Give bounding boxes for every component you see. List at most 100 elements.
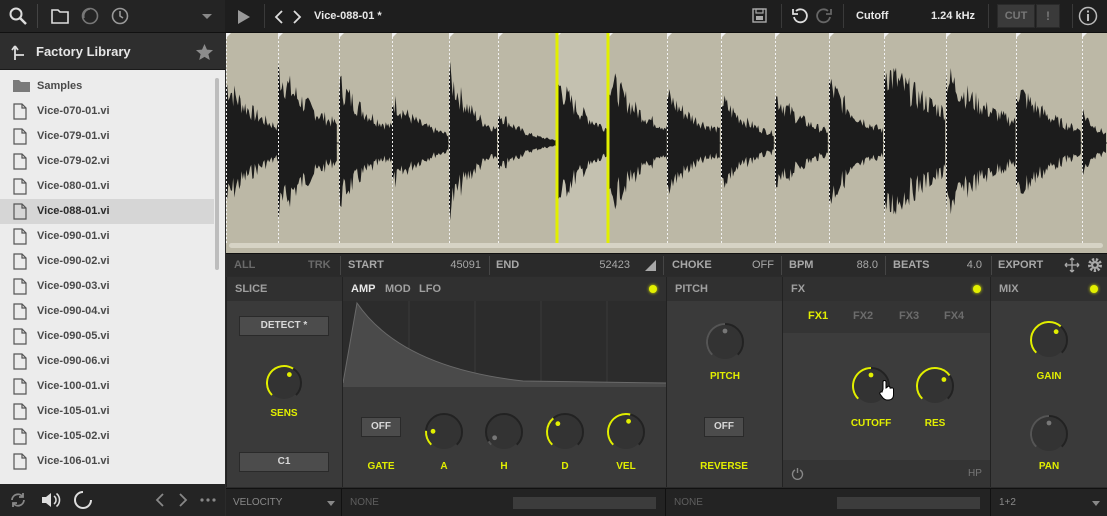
end-value[interactable]: 52423 <box>578 259 630 271</box>
pan-knob[interactable] <box>1028 413 1070 455</box>
mod-source-1[interactable]: NONE <box>350 497 379 508</box>
file-row[interactable]: Vice-090-05.vi <box>0 324 214 349</box>
file-row[interactable]: Vice-090-06.vi <box>0 349 214 374</box>
up-level-icon[interactable] <box>11 43 27 61</box>
export-button[interactable]: EXPORT <box>998 259 1043 271</box>
mix-led[interactable] <box>1090 285 1098 293</box>
tab-fx3[interactable]: FX3 <box>899 310 919 322</box>
waveform-display[interactable] <box>226 33 1107 253</box>
power-icon[interactable] <box>791 467 804 480</box>
folder-icon[interactable] <box>50 6 70 26</box>
play-icon[interactable] <box>237 9 251 25</box>
previous-arrow-icon[interactable] <box>154 492 166 508</box>
attack-knob[interactable] <box>423 411 465 453</box>
decay-knob[interactable] <box>544 411 586 453</box>
mod-amount-2[interactable] <box>837 497 980 509</box>
res-knob[interactable] <box>914 365 956 407</box>
folder-row-samples[interactable]: Samples <box>0 74 214 99</box>
clock-icon[interactable] <box>110 6 130 26</box>
refresh-icon[interactable] <box>8 491 28 509</box>
file-row[interactable]: Vice-070-01.vi <box>0 99 214 124</box>
filter-mode[interactable]: HP <box>968 468 982 479</box>
separator <box>663 256 664 275</box>
library-header[interactable]: Factory Library <box>0 33 225 70</box>
file-name: Vice-070-01.vi <box>37 105 110 117</box>
modulation-strip: VELOCITY NONE NONE 1+2 <box>226 488 1107 516</box>
tab-amp[interactable]: AMP <box>351 283 375 295</box>
trk-toggle[interactable]: TRK <box>308 259 331 271</box>
alert-button[interactable]: ! <box>1036 4 1060 28</box>
file-row[interactable]: Vice-106-01.vi <box>0 449 214 474</box>
mod-amount-1[interactable] <box>513 497 656 509</box>
output-select[interactable]: 1+2 <box>999 497 1016 508</box>
detect-button[interactable]: DETECT * <box>239 316 329 336</box>
gate-button[interactable]: OFF <box>361 417 401 437</box>
file-icon <box>13 153 27 170</box>
file-row[interactable]: Vice-105-02.vi <box>0 424 214 449</box>
cut-button[interactable]: CUT <box>997 4 1035 28</box>
beats-value[interactable]: 4.0 <box>952 259 982 271</box>
chevron-down-icon[interactable] <box>1092 501 1100 506</box>
panel-title: SLICE <box>235 283 268 295</box>
gain-knob[interactable] <box>1028 319 1070 361</box>
start-value[interactable]: 45091 <box>431 259 481 271</box>
tab-fx2[interactable]: FX2 <box>853 310 873 322</box>
more-options-icon[interactable] <box>199 497 217 503</box>
tab-lfo[interactable]: LFO <box>419 283 441 295</box>
file-row[interactable]: Vice-090-03.vi <box>0 274 214 299</box>
separator <box>489 256 490 275</box>
previous-preset-icon[interactable] <box>273 9 285 25</box>
browser-scrollbar[interactable] <box>215 78 219 270</box>
next-preset-icon[interactable] <box>291 9 303 25</box>
velocity-knob[interactable] <box>605 411 647 453</box>
file-name: Vice-105-01.vi <box>37 405 110 417</box>
file-row[interactable]: Vice-105-01.vi <box>0 399 214 424</box>
next-arrow-icon[interactable] <box>177 492 189 508</box>
fx-led[interactable] <box>973 285 981 293</box>
tab-mod[interactable]: MOD <box>385 283 411 295</box>
file-row[interactable]: Vice-090-04.vi <box>0 299 214 324</box>
all-toggle[interactable]: ALL <box>234 259 255 271</box>
note-button[interactable]: C1 <box>239 452 329 472</box>
bpm-value[interactable]: 88.0 <box>842 259 878 271</box>
velocity-select[interactable]: VELOCITY <box>233 497 282 508</box>
file-row[interactable]: Vice-090-02.vi <box>0 249 214 274</box>
reverse-button[interactable]: OFF <box>704 417 744 437</box>
instrument-name[interactable]: Vice-088-01 * <box>314 10 382 22</box>
save-icon[interactable] <box>752 8 767 23</box>
undo-icon[interactable] <box>791 7 809 25</box>
separator <box>340 256 341 275</box>
mod-source-2[interactable]: NONE <box>674 497 703 508</box>
speaker-icon[interactable] <box>40 491 62 509</box>
file-row[interactable]: Vice-088-01.vi <box>0 199 214 224</box>
pitch-knob[interactable] <box>704 321 746 363</box>
choke-value[interactable]: OFF <box>736 259 774 271</box>
favorite-star-icon[interactable] <box>195 43 214 61</box>
redo-icon[interactable] <box>815 7 833 25</box>
gear-icon[interactable] <box>1086 256 1104 274</box>
search-icon[interactable] <box>8 6 28 26</box>
file-name: Vice-090-02.vi <box>37 255 110 267</box>
dropdown-arrow-icon[interactable] <box>197 6 217 26</box>
file-icon <box>13 228 27 245</box>
tab-fx1[interactable]: FX1 <box>808 310 828 322</box>
envelope-graph[interactable] <box>343 301 666 387</box>
file-row[interactable]: Vice-079-02.vi <box>0 149 214 174</box>
file-row[interactable]: Vice-080-01.vi <box>0 174 214 199</box>
hold-knob[interactable] <box>483 411 525 453</box>
slice-panel-header: SLICE <box>227 277 342 301</box>
file-row[interactable]: Vice-079-01.vi <box>0 124 214 149</box>
drag-move-icon[interactable] <box>1064 257 1080 273</box>
info-icon[interactable] <box>1078 6 1098 26</box>
snap-corner-icon[interactable] <box>645 260 656 271</box>
file-row[interactable]: Vice-090-01.vi <box>0 224 214 249</box>
history-icon[interactable] <box>80 6 100 26</box>
envelope-led[interactable] <box>649 285 657 293</box>
slice-panel: SLICE DETECT * SENS C1 <box>226 277 342 487</box>
chevron-down-icon[interactable] <box>327 501 335 506</box>
beats-label: BEATS <box>893 259 930 271</box>
mix-panel: MIX GAIN PAN <box>990 277 1107 487</box>
file-row[interactable]: Vice-100-01.vi <box>0 374 214 399</box>
tab-fx4[interactable]: FX4 <box>944 310 964 322</box>
sens-knob[interactable] <box>264 363 304 403</box>
